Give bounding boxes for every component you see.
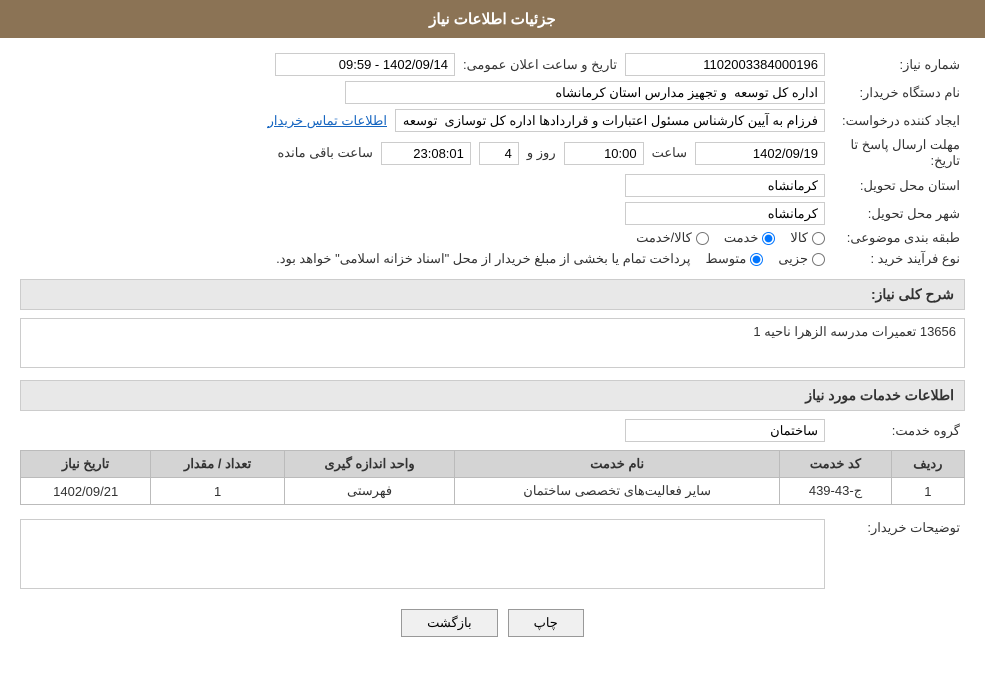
main-content: شماره نیاز: تاریخ و ساعت اعلان عمومی: نا… bbox=[0, 38, 985, 652]
buyer-org-input[interactable] bbox=[345, 81, 825, 104]
need-number-label: شماره نیاز: bbox=[825, 57, 965, 73]
page-title: جزئیات اطلاعات نیاز bbox=[429, 11, 556, 28]
category-kala-label[interactable]: کالا bbox=[790, 230, 825, 246]
category-khedmat-label[interactable]: خدمت bbox=[724, 230, 776, 246]
services-section-header: اطلاعات خدمات مورد نیاز bbox=[20, 380, 965, 411]
province-label: استان محل تحویل: bbox=[825, 178, 965, 194]
service-group-value bbox=[20, 419, 825, 442]
contact-link[interactable]: اطلاعات تماس خریدار bbox=[268, 113, 387, 129]
buyer-org-value bbox=[20, 81, 825, 104]
deadline-days-input[interactable] bbox=[479, 142, 519, 165]
deadline-label: مهلت ارسال پاسخ تا تاریخ: bbox=[825, 137, 965, 169]
deadline-date-input[interactable] bbox=[695, 142, 825, 165]
need-summary-label: شرح کلی نیاز: bbox=[871, 286, 954, 302]
page-wrapper: جزئیات اطلاعات نیاز شماره نیاز: تاریخ و … bbox=[0, 0, 985, 691]
buyer-org-label: نام دستگاه خریدار: bbox=[825, 85, 965, 101]
category-value: کالا خدمت کالا/خدمت bbox=[20, 230, 825, 246]
col-unit: واحد اندازه گیری bbox=[284, 451, 454, 478]
province-input[interactable] bbox=[625, 174, 825, 197]
purchase-motavasset-label[interactable]: متوسط bbox=[705, 251, 763, 267]
deadline-time-input[interactable] bbox=[564, 142, 644, 165]
purchase-motavasset-text: متوسط bbox=[705, 251, 746, 267]
city-input[interactable] bbox=[625, 202, 825, 225]
deadline-days-label: روز و bbox=[527, 145, 556, 161]
services-section-title: اطلاعات خدمات مورد نیاز bbox=[805, 387, 954, 403]
cell-unit: فهرستی bbox=[284, 478, 454, 505]
service-group-label: گروه خدمت: bbox=[825, 423, 965, 439]
col-row-num: ردیف bbox=[891, 451, 964, 478]
purchase-motavasset-radio[interactable] bbox=[750, 253, 763, 266]
city-label: شهر محل تحویل: bbox=[825, 206, 965, 222]
category-label: طبقه بندی موضوعی: bbox=[825, 230, 965, 246]
announce-date-label: تاریخ و ساعت اعلان عمومی: bbox=[463, 57, 617, 73]
category-khedmat-text: خدمت bbox=[724, 230, 759, 246]
category-row: طبقه بندی موضوعی: کالا خدمت کالا/خدمت bbox=[20, 230, 965, 246]
need-summary-area: 13656 تعمیرات مدرسه الزهرا ناحیه 1 bbox=[20, 318, 965, 368]
col-service-name: نام خدمت bbox=[455, 451, 780, 478]
cell-service-name: سایر فعالیت‌های تخصصی ساختمان bbox=[455, 478, 780, 505]
category-kala-radio[interactable] bbox=[812, 232, 825, 245]
deadline-value: ساعت روز و ساعت باقی مانده bbox=[20, 142, 825, 165]
deadline-remain-input[interactable] bbox=[381, 142, 471, 165]
table-header-row: ردیف کد خدمت نام خدمت واحد اندازه گیری ت… bbox=[21, 451, 965, 478]
deadline-row: مهلت ارسال پاسخ تا تاریخ: ساعت روز و ساع… bbox=[20, 137, 965, 169]
services-table: ردیف کد خدمت نام خدمت واحد اندازه گیری ت… bbox=[20, 450, 965, 505]
purchase-jozi-radio[interactable] bbox=[812, 253, 825, 266]
button-row: چاپ بازگشت bbox=[20, 609, 965, 637]
print-button[interactable]: چاپ bbox=[508, 609, 584, 637]
purchase-jozi-label[interactable]: جزیی bbox=[778, 251, 825, 267]
service-group-row: گروه خدمت: bbox=[20, 419, 965, 442]
col-quantity: تعداد / مقدار bbox=[151, 451, 285, 478]
buyer-notes-input[interactable] bbox=[20, 519, 825, 589]
category-kala-khedmat-text: کالا/خدمت bbox=[636, 230, 692, 246]
creator-value: اطلاعات تماس خریدار bbox=[20, 109, 825, 132]
announce-date-input[interactable] bbox=[275, 53, 455, 76]
need-summary-section-header: شرح کلی نیاز: bbox=[20, 279, 965, 310]
province-value bbox=[20, 174, 825, 197]
page-header: جزئیات اطلاعات نیاز bbox=[0, 0, 985, 38]
deadline-remain-label: ساعت باقی مانده bbox=[277, 145, 372, 161]
creator-label: ایجاد کننده درخواست: bbox=[825, 113, 965, 129]
need-number-row: شماره نیاز: تاریخ و ساعت اعلان عمومی: bbox=[20, 53, 965, 76]
cell-row-num: 1 bbox=[891, 478, 964, 505]
creator-input[interactable] bbox=[395, 109, 825, 132]
city-value bbox=[20, 202, 825, 225]
cell-quantity: 1 bbox=[151, 478, 285, 505]
table-row: 1 ج-43-439 سایر فعالیت‌های تخصصی ساختمان… bbox=[21, 478, 965, 505]
deadline-time-label: ساعت bbox=[652, 145, 687, 161]
need-number-value: تاریخ و ساعت اعلان عمومی: bbox=[20, 53, 825, 76]
category-kala-khedmat-label[interactable]: کالا/خدمت bbox=[636, 230, 709, 246]
buyer-notes-label: توضیحات خریدار: bbox=[825, 515, 965, 536]
back-button[interactable]: بازگشت bbox=[401, 609, 497, 637]
purchase-type-row: نوع فرآیند خرید : جزیی متوسط پرداخت تمام… bbox=[20, 251, 965, 267]
category-kala-text: کالا bbox=[790, 230, 808, 246]
purchase-type-note: پرداخت تمام یا بخشی از مبلغ خریدار از مح… bbox=[276, 251, 690, 267]
col-service-code: کد خدمت bbox=[780, 451, 892, 478]
buyer-org-row: نام دستگاه خریدار: bbox=[20, 81, 965, 104]
col-date: تاریخ نیاز bbox=[21, 451, 151, 478]
purchase-type-label: نوع فرآیند خرید : bbox=[825, 251, 965, 267]
creator-row: ایجاد کننده درخواست: اطلاعات تماس خریدار bbox=[20, 109, 965, 132]
category-khedmat-radio[interactable] bbox=[762, 232, 775, 245]
purchase-jozi-text: جزیی bbox=[778, 251, 808, 267]
province-row: استان محل تحویل: bbox=[20, 174, 965, 197]
city-row: شهر محل تحویل: bbox=[20, 202, 965, 225]
need-summary-input: 13656 تعمیرات مدرسه الزهرا ناحیه 1 bbox=[20, 318, 965, 368]
service-group-input[interactable] bbox=[625, 419, 825, 442]
buyer-notes-row: توضیحات خریدار: bbox=[20, 515, 965, 589]
cell-service-code: ج-43-439 bbox=[780, 478, 892, 505]
need-number-input[interactable] bbox=[625, 53, 825, 76]
cell-date: 1402/09/21 bbox=[21, 478, 151, 505]
purchase-type-value: جزیی متوسط پرداخت تمام یا بخشی از مبلغ خ… bbox=[20, 251, 825, 267]
buyer-notes-value bbox=[20, 515, 825, 589]
need-summary-value: 13656 تعمیرات مدرسه الزهرا ناحیه 1 bbox=[753, 324, 956, 339]
category-kala-khedmat-radio[interactable] bbox=[696, 232, 709, 245]
